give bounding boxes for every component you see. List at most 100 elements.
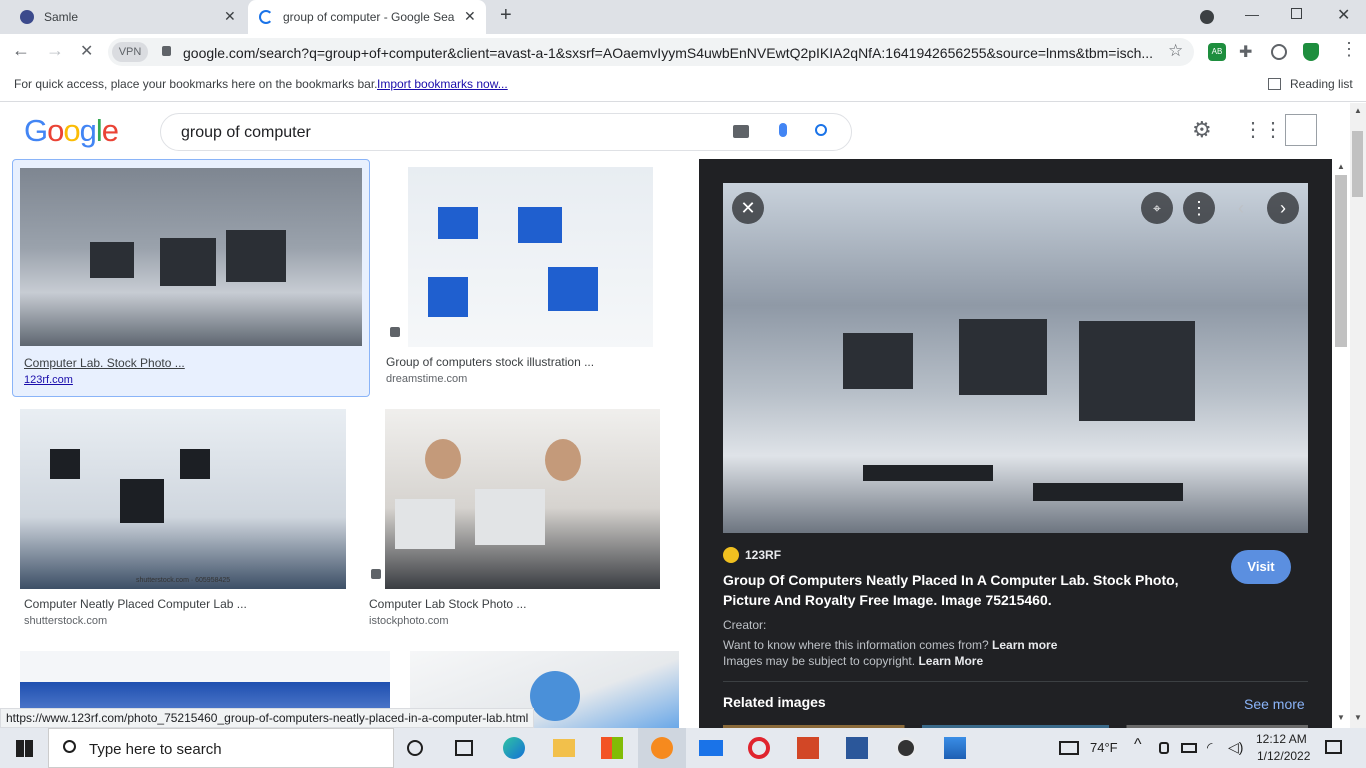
volume-icon[interactable]: ◁) (1228, 739, 1243, 756)
result-thumbnail[interactable] (20, 168, 362, 346)
url-text[interactable]: google.com/search?q=group+of+computer&cl… (183, 45, 1168, 61)
reading-list-icon[interactable] (1268, 78, 1281, 90)
result-title[interactable]: Computer Lab. Stock Photo ... (24, 356, 185, 370)
edge-icon[interactable] (503, 737, 525, 759)
powerpoint-icon[interactable] (797, 737, 819, 759)
result-thumbnail[interactable] (385, 409, 660, 589)
scroll-thumb[interactable] (1335, 175, 1347, 347)
close-preview-icon[interactable]: ✕ (732, 192, 764, 224)
word-icon[interactable] (846, 737, 868, 759)
site-name[interactable]: 123RF (745, 548, 781, 562)
learn-more-link[interactable]: Learn more (992, 638, 1057, 652)
extensions-icon[interactable]: ✚ (1239, 42, 1252, 62)
meet-now-icon[interactable] (1159, 742, 1169, 754)
panel-scrollbar[interactable]: ▲ ▼ (1332, 159, 1350, 728)
close-window-icon[interactable]: ✕ (1337, 5, 1350, 25)
back-icon[interactable]: ← (12, 40, 30, 61)
result-source[interactable]: 123rf.com (24, 374, 73, 386)
tab-close-icon[interactable]: ✕ (224, 8, 236, 25)
file-explorer-icon[interactable] (553, 739, 575, 757)
result-title[interactable]: Computer Lab Stock Photo ... (369, 597, 526, 611)
keyboard-shape (1033, 483, 1183, 501)
new-tab-icon[interactable]: + (500, 4, 512, 27)
result-card[interactable]: Computer Lab Stock Photo ... istockphoto… (366, 409, 679, 631)
import-bookmarks-link[interactable]: Import bookmarks now... (377, 77, 508, 91)
forward-icon[interactable]: → (46, 40, 64, 61)
lens-search-icon[interactable]: ⌖ (1141, 192, 1173, 224)
result-thumbnail[interactable]: shutterstock.com · 605958425 (20, 409, 346, 589)
previous-icon[interactable]: ‹ (1225, 192, 1257, 224)
notification-icon[interactable] (1325, 740, 1342, 754)
account-avatar[interactable] (1285, 114, 1317, 146)
tab-samle[interactable]: Samle ✕ (10, 0, 246, 34)
scroll-down-icon[interactable]: ▼ (1337, 713, 1345, 722)
search-input[interactable]: group of computer (181, 124, 311, 142)
weather-temp[interactable]: 74°F (1090, 740, 1118, 755)
profile-extension-badge[interactable]: AB (1208, 43, 1226, 61)
scroll-up-icon[interactable]: ▲ (1354, 106, 1362, 115)
result-thumbnail[interactable] (408, 167, 653, 347)
page-scrollbar[interactable]: ▲ ▼ (1350, 103, 1366, 728)
windows-start-icon[interactable] (16, 740, 33, 757)
more-options-icon[interactable]: ⋮ (1183, 192, 1215, 224)
account-icon[interactable] (1271, 44, 1287, 60)
menu-dots-icon[interactable]: ⋮ (1340, 39, 1358, 60)
apps-grid-icon[interactable]: ⋮⋮ (1243, 117, 1283, 142)
taskbar-search-box[interactable]: Type here to search (48, 728, 394, 768)
vpn-badge[interactable]: VPN (112, 42, 148, 62)
monitor-shape (959, 319, 1047, 395)
tab-close-icon[interactable]: ✕ (464, 8, 476, 25)
result-title[interactable]: Computer Neatly Placed Computer Lab ... (24, 597, 247, 611)
tab-google-search[interactable]: group of computer - Google Sea ✕ (248, 0, 486, 34)
result-card-selected[interactable]: Computer Lab. Stock Photo ... 123rf.com (12, 159, 370, 397)
bookmark-star-icon[interactable]: ☆ (1168, 41, 1183, 61)
media-player-icon[interactable] (895, 737, 917, 759)
visit-button[interactable]: Visit (1231, 550, 1291, 584)
shield-icon[interactable] (1303, 43, 1319, 61)
image-badge-icon (390, 327, 400, 337)
stop-icon[interactable]: ✕ (80, 41, 93, 61)
taskbar-search-input[interactable]: Type here to search (89, 741, 222, 758)
google-logo[interactable]: Google (24, 113, 119, 149)
preview-title[interactable]: Group Of Computers Neatly Placed In A Co… (723, 570, 1203, 610)
result-source[interactable]: dreamstime.com (386, 373, 467, 385)
settings-gear-icon[interactable]: ⚙ (1192, 117, 1212, 143)
wifi-icon[interactable]: ◜ (1207, 739, 1212, 756)
battery-icon[interactable] (1181, 743, 1197, 753)
search-box[interactable]: group of computer (160, 113, 852, 151)
scroll-up-icon[interactable]: ▲ (1337, 162, 1345, 171)
microphone-icon[interactable] (779, 123, 787, 137)
minimize-icon[interactable]: — (1245, 6, 1259, 22)
mail-icon[interactable] (699, 740, 723, 756)
reading-list-button[interactable]: Reading list (1290, 77, 1353, 91)
scroll-down-icon[interactable]: ▼ (1354, 713, 1362, 722)
task-view-icon[interactable] (455, 740, 473, 756)
address-bar[interactable]: VPN google.com/search?q=group+of+compute… (108, 38, 1194, 66)
scroll-thumb[interactable] (1352, 131, 1363, 197)
logo-letter: e (101, 113, 119, 148)
chevron-up-icon[interactable]: ^ (1134, 736, 1142, 754)
cortana-icon[interactable] (407, 740, 423, 756)
clock-date[interactable]: 1/12/2022 (1257, 749, 1310, 763)
see-more-link[interactable]: See more (1244, 696, 1305, 712)
result-source[interactable]: istockphoto.com (369, 615, 448, 627)
preview-image[interactable] (723, 183, 1308, 533)
next-icon[interactable]: › (1267, 192, 1299, 224)
lock-icon[interactable] (162, 46, 171, 56)
camera-icon[interactable] (733, 125, 749, 138)
search-icon[interactable] (815, 124, 827, 136)
keyboard-shape (863, 465, 993, 481)
photos-icon[interactable] (944, 737, 966, 759)
store-icon[interactable] (601, 737, 623, 759)
result-card[interactable]: shutterstock.com · 605958425 Computer Ne… (20, 409, 346, 631)
opera-icon[interactable] (748, 737, 770, 759)
result-source[interactable]: shutterstock.com (24, 615, 107, 627)
maximize-icon[interactable] (1291, 8, 1302, 19)
learn-more-link[interactable]: Learn More (918, 654, 983, 668)
result-title[interactable]: Group of computers stock illustration ..… (386, 355, 594, 369)
weather-icon[interactable] (1059, 741, 1079, 755)
clock-time[interactable]: 12:12 AM (1256, 732, 1307, 746)
tab-search-icon[interactable] (1200, 10, 1214, 24)
result-card[interactable]: Group of computers stock illustration ..… (383, 167, 679, 397)
avast-browser-icon[interactable] (651, 737, 673, 759)
